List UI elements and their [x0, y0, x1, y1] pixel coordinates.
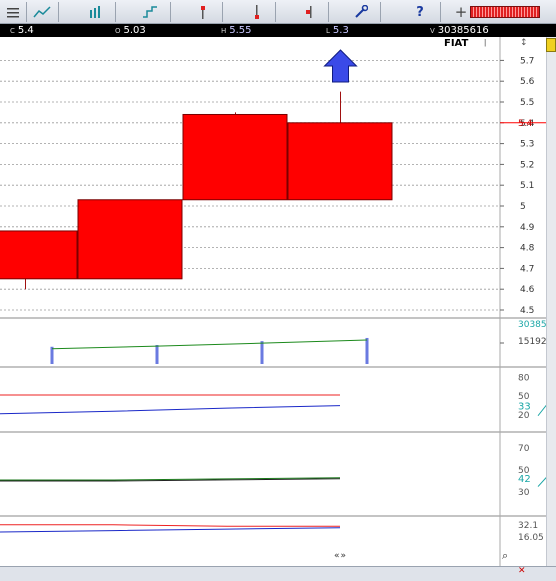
- candle-body: [182, 113, 288, 201]
- price-tick-label: 5.1: [520, 181, 534, 191]
- osc3-blue-line: [0, 527, 341, 533]
- vertical-scrollbar[interactable]: [546, 37, 556, 581]
- chart-window: ? + C 5.4 O 5.03 H 5.55 L 5.3 V 30385616 5.7 5…: [0, 0, 556, 581]
- zoom-icon[interactable]: ⌕: [502, 549, 508, 563]
- candle-body: [287, 122, 393, 201]
- price-tick-label: 5.5: [520, 98, 534, 108]
- axis-toggle-icon[interactable]: ↕: [520, 38, 528, 48]
- symbol-label: FIAT: [444, 38, 469, 49]
- chart-area[interactable]: 5.75.65.55.45.35.25.154.94.84.74.64.55.4…: [0, 0, 556, 581]
- osc1-tick-label: 50: [518, 392, 530, 402]
- price-tick-label: 5.2: [520, 160, 534, 170]
- price-tick-label: 5.6: [520, 77, 535, 87]
- price-tick-label: 5: [520, 202, 526, 212]
- price-tick-label: 5.7: [520, 56, 534, 66]
- osc2-current-label: 42: [518, 474, 531, 485]
- horizontal-scrollbar[interactable]: [0, 566, 556, 581]
- symbol-tick-icon: ǀ: [484, 38, 487, 47]
- scroll-arrows-icon[interactable]: «»: [334, 551, 347, 561]
- candle-body: [77, 199, 183, 280]
- close-pane-icon[interactable]: ✕: [518, 566, 526, 576]
- volume-bar: [365, 337, 369, 364]
- osc1-current-label: 33: [518, 402, 531, 413]
- volume-average-line: [51, 339, 368, 350]
- price-tick-label: 5.3: [520, 140, 534, 150]
- price-tick-label: 4.5: [520, 306, 534, 316]
- price-tick-label: 4.9: [520, 223, 535, 233]
- osc1-blue-line: [0, 405, 341, 415]
- volume-bar: [260, 341, 264, 364]
- osc3-tick-label: 32.1: [518, 521, 538, 531]
- osc2-tick-label: 30: [518, 488, 530, 498]
- osc3-tick-label: 16.05: [518, 533, 544, 543]
- price-tick-label: 4.7: [520, 264, 534, 274]
- price-tick-label: 4.8: [520, 244, 535, 254]
- buy-signal-arrow-icon: [323, 49, 358, 83]
- volume-bar: [50, 346, 54, 364]
- osc2-tick-label: 70: [518, 444, 530, 454]
- osc1-tick-label: 80: [518, 373, 530, 383]
- osc3-red-line: [0, 524, 340, 527]
- candle-body: [0, 230, 78, 280]
- lock-icon[interactable]: [546, 38, 556, 52]
- volume-bar: [155, 345, 159, 364]
- price-tick-label: 4.6: [520, 285, 535, 295]
- last-price-label: 5.4: [518, 119, 533, 129]
